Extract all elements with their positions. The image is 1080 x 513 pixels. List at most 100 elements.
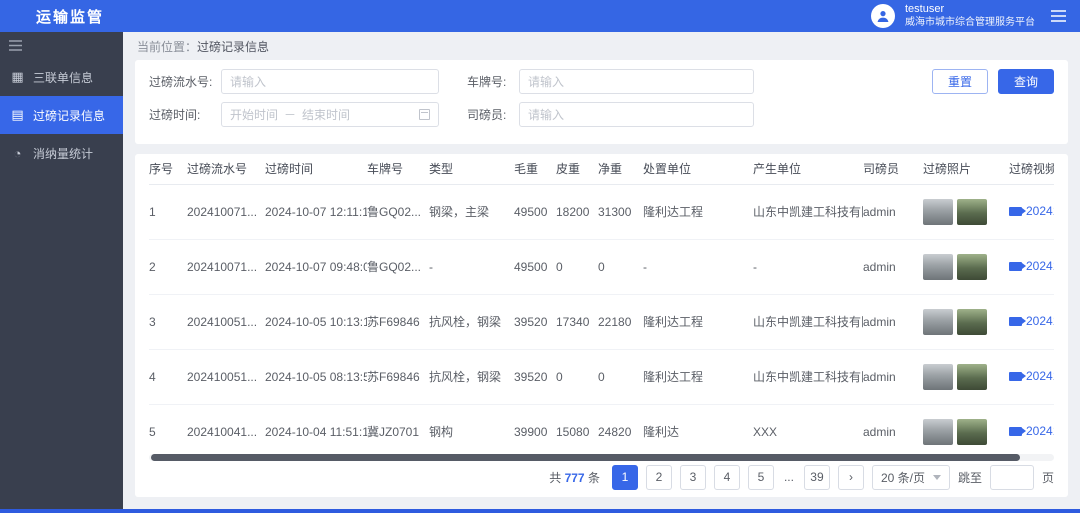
cell-producer: 山东中凯建工科技有限... [753,294,863,349]
cell-photos [923,239,1009,294]
app-body: ▦ 三联单信息 ▤ 过磅记录信息 ◔ 消纳量统计 当前位置： 过磅记录信息 过磅… [0,32,1080,509]
jump-page-input[interactable] [990,465,1034,490]
video-label: 20241004 [1026,424,1054,438]
table-row: 3 202410051... 2024-10-05 10:13:15 苏F698… [149,294,1054,349]
table-row: 1 202410071... 2024-10-07 12:11:13 鲁GQ02… [149,184,1054,239]
cell-type: 抗风栓，钢梁 [429,349,514,404]
table-row: 2 202410071... 2024-10-07 09:48:04 鲁GQ02… [149,239,1054,294]
app-window: 运输监管 testuser 威海市城市综合管理服务平台 [0,0,1080,509]
cell-operator: admin [863,404,923,451]
user-avatar[interactable] [871,4,895,28]
weigh-video-link[interactable]: 20241005 [1009,314,1054,328]
scrollbar-track[interactable] [149,454,1054,461]
cell-video: 20241005 [1009,294,1054,349]
top-header-bar: 运输监管 testuser 威海市城市综合管理服务平台 [0,0,1080,32]
main-content: 当前位置： 过磅记录信息 过磅流水号: 车牌号: 过磅时间: 开始时间 － 结束… [123,32,1080,509]
cell-gross: 39900 [514,404,556,451]
cell-video: 20241005 [1009,349,1054,404]
weigh-photo-thumbnail[interactable] [923,419,953,445]
cell-disposal: 隆利达 [643,404,753,451]
cell-type: - [429,239,514,294]
cell-operator: admin [863,239,923,294]
sidebar-item-weigh-records[interactable]: ▤ 过磅记录信息 [0,96,123,134]
video-label: 20241007 [1026,204,1054,218]
col-disposal: 处置单位 [643,154,753,184]
weigh-photo-thumbnail[interactable] [923,309,953,335]
triplicate-grid-icon: ▦ [10,69,25,85]
cell-photos [923,349,1009,404]
col-photos: 过磅照片 [923,154,1009,184]
cell-type: 抗风栓，钢梁 [429,294,514,349]
video-camera-icon [1009,207,1022,216]
weigh-video-link[interactable]: 20241005 [1009,369,1054,383]
weigh-video-link[interactable]: 20241007 [1009,259,1054,273]
collapse-sidebar-icon[interactable] [9,40,22,51]
cell-serial: 202410071... [187,184,265,239]
weigh-time-range-picker[interactable]: 开始时间 － 结束时间 [221,102,439,127]
page-button-1[interactable]: 1 [612,465,638,490]
cell-plate: 苏F69846 [367,349,429,404]
app-title: 运输监管 [36,6,104,27]
table-row: 4 202410051... 2024-10-05 08:13:58 苏F698… [149,349,1054,404]
cell-disposal: - [643,239,753,294]
cell-video: 20241007 [1009,184,1054,239]
operator-filter-input[interactable] [519,102,754,127]
col-operator: 司磅员 [863,154,923,184]
weigh-video-link[interactable]: 20241007 [1009,204,1054,218]
serial-filter-label: 过磅流水号: [149,73,221,90]
user-name: testuser [905,3,1035,16]
weigh-photo-thumbnail[interactable] [957,419,987,445]
next-page-button[interactable]: › [838,465,864,490]
page-button-last[interactable]: 39 [804,465,830,490]
cell-net: 31300 [598,184,643,239]
col-gross: 毛重 [514,154,556,184]
col-type: 类型 [429,154,514,184]
cell-photos [923,404,1009,451]
cell-plate: 冀JZ0701 [367,404,429,451]
query-button[interactable]: 查询 [998,69,1054,94]
page-button-2[interactable]: 2 [646,465,672,490]
weigh-photo-thumbnail[interactable] [957,254,987,280]
col-net: 净重 [598,154,643,184]
weigh-photo-thumbnail[interactable] [923,199,953,225]
reset-button[interactable]: 重置 [932,69,988,94]
video-label: 20241005 [1026,369,1054,383]
start-time-placeholder: 开始时间 [230,106,278,123]
page-size-select[interactable]: 20 条/页 [872,465,950,490]
cell-photos [923,294,1009,349]
scrollbar-thumb[interactable] [151,454,1020,461]
col-plate: 车牌号 [367,154,429,184]
weigh-photo-thumbnail[interactable] [923,254,953,280]
cell-gross: 39520 [514,349,556,404]
cell-net: 0 [598,349,643,404]
col-video: 过磅视频 [1009,154,1054,184]
serial-filter-input[interactable] [221,69,439,94]
total-count: 共 777 条 [549,469,600,486]
sidebar-item-triplicate-info[interactable]: ▦ 三联单信息 [0,58,123,96]
cell-time: 2024-10-05 08:13:58 [265,349,367,404]
sidebar-item-label: 三联单信息 [33,69,93,86]
page-ellipsis[interactable]: ... [782,470,796,484]
cell-tare: 0 [556,349,598,404]
sidebar-item-consumption-stats[interactable]: ◔ 消纳量统计 [0,134,123,172]
cell-type: 钢构 [429,404,514,451]
col-serial: 过磅流水号 [187,154,265,184]
time-filter-label: 过磅时间: [149,106,221,123]
pagination-bar: 共 777 条 1 2 3 4 5 ... 39 › 20 条/页 跳至 页 [149,463,1054,497]
page-button-4[interactable]: 4 [714,465,740,490]
weigh-photo-thumbnail[interactable] [957,199,987,225]
jump-label: 跳至 [958,469,982,486]
plate-filter-input[interactable] [519,69,754,94]
cell-photos [923,184,1009,239]
page-button-5[interactable]: 5 [748,465,774,490]
weigh-photo-thumbnail[interactable] [957,364,987,390]
jump-unit: 页 [1042,469,1054,486]
weigh-video-link[interactable]: 20241004 [1009,424,1054,438]
header-menu-icon[interactable] [1051,10,1066,22]
cell-tare: 0 [556,239,598,294]
page-button-3[interactable]: 3 [680,465,706,490]
breadcrumb-prefix: 当前位置： [137,38,197,55]
weigh-photo-thumbnail[interactable] [957,309,987,335]
video-camera-icon [1009,427,1022,436]
weigh-photo-thumbnail[interactable] [923,364,953,390]
